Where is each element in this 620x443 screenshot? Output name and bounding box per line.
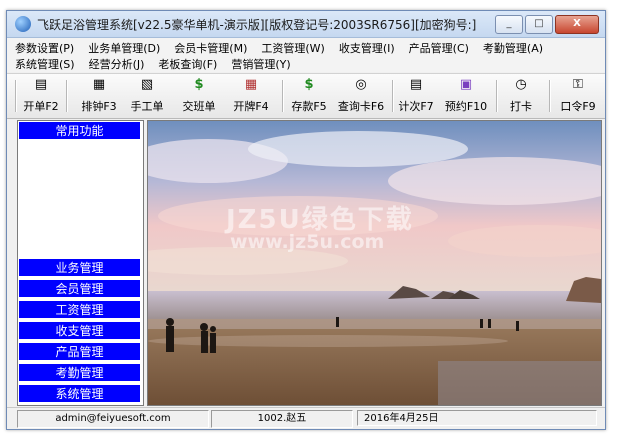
beach-scene-image xyxy=(148,121,601,405)
reservation-label: 预约F10 xyxy=(444,100,488,113)
menu-row-1: 参数设置(P) 业务单管理(D) 会员卡管理(M) 工资管理(W) 收支管理(I… xyxy=(15,40,557,56)
sidebar-header-common[interactable]: 常用功能 xyxy=(18,121,141,140)
open-card-button[interactable]: ▦ 开牌F4 xyxy=(229,77,273,115)
sidebar-item-members[interactable]: 会员管理 xyxy=(18,279,141,298)
status-user: 1002.赵五 xyxy=(211,410,353,428)
reservation-button[interactable]: ▣ 预约F10 xyxy=(442,77,490,115)
app-window: 飞跃足浴管理系统[v22.5豪华单机-演示版][版权登记号:2003SR6756… xyxy=(6,10,606,430)
window-controls: _ □ X xyxy=(495,15,599,34)
query-card-button[interactable]: ◎ 查询卡F6 xyxy=(334,77,388,115)
counter-icon: ▤ xyxy=(409,77,423,92)
count-times-label: 计次F7 xyxy=(398,100,434,113)
deposit-button[interactable]: $ 存款F5 xyxy=(288,77,330,115)
menu-row-2: 系统管理(S) 经营分析(J) 老板查询(F) 营销管理(Y) xyxy=(15,56,305,72)
form-icon: ▧ xyxy=(140,77,154,92)
clock-icon: ◷ xyxy=(515,77,527,92)
toolbar: ▤ 开单F2 ▦ 排钟F3 ▧ 手工单 $ 交班单 ▦ 开牌F4 $ 存款F5 … xyxy=(7,73,605,119)
money-bag-icon: $ xyxy=(194,77,204,92)
menu-products[interactable]: 产品管理(C) xyxy=(409,40,469,56)
sidebar-item-business[interactable]: 业务管理 xyxy=(18,258,141,277)
toolbar-separator xyxy=(66,80,68,112)
menu-bar: 参数设置(P) 业务单管理(D) 会员卡管理(M) 工资管理(W) 收支管理(I… xyxy=(7,38,605,72)
menu-system[interactable]: 系统管理(S) xyxy=(15,56,75,72)
manual-order-label: 手工单 xyxy=(130,100,164,113)
menu-business-orders[interactable]: 业务单管理(D) xyxy=(88,40,160,56)
toolbar-separator xyxy=(15,80,17,112)
sidebar-item-products[interactable]: 产品管理 xyxy=(18,342,141,361)
menu-attendance[interactable]: 考勤管理(A) xyxy=(483,40,543,56)
toolbar-separator xyxy=(392,80,394,112)
status-bar: admin@feiyuesoft.com 1002.赵五 2016年4月25日 xyxy=(7,407,605,429)
sidebar-item-income-expense[interactable]: 收支管理 xyxy=(18,321,141,340)
watermark-url: www.jz5u.com xyxy=(230,231,385,253)
open-order-button[interactable]: ▤ 开单F2 xyxy=(21,77,61,115)
minimize-button[interactable]: _ xyxy=(495,15,523,34)
shift-handover-button[interactable]: $ 交班单 xyxy=(177,77,221,115)
sidebar-item-wages[interactable]: 工资管理 xyxy=(18,300,141,319)
menu-member-cards[interactable]: 会员卡管理(M) xyxy=(174,40,247,56)
open-order-label: 开单F2 xyxy=(23,100,59,113)
grid-icon: ▦ xyxy=(244,77,258,92)
open-card-label: 开牌F4 xyxy=(233,100,269,113)
close-button[interactable]: X xyxy=(555,15,599,34)
binoculars-icon: ◎ xyxy=(355,77,367,92)
password-button[interactable]: ⚿ 口令F9 xyxy=(556,77,600,115)
deposit-label: 存款F5 xyxy=(291,100,327,113)
status-date: 2016年4月25日 xyxy=(357,410,597,426)
schedule-clock-label: 排钟F3 xyxy=(81,100,117,113)
manual-order-button[interactable]: ▧ 手工单 xyxy=(127,77,167,115)
schedule-clock-button[interactable]: ▦ 排钟F3 xyxy=(77,77,121,115)
toolbar-separator xyxy=(496,80,498,112)
punch-clock-button[interactable]: ◷ 打卡 xyxy=(501,77,541,115)
menu-income-expense[interactable]: 收支管理(I) xyxy=(339,40,395,56)
background-photo: JZ5U绿色下载 www.jz5u.com xyxy=(147,120,602,406)
query-card-label: 查询卡F6 xyxy=(337,100,385,113)
punch-clock-label: 打卡 xyxy=(510,100,532,113)
window-title: 飞跃足浴管理系统[v22.5豪华单机-演示版][版权登记号:2003SR6756… xyxy=(37,18,477,32)
document-icon: ▤ xyxy=(34,77,48,92)
menu-marketing[interactable]: 营销管理(Y) xyxy=(231,56,290,72)
title-bar[interactable]: 飞跃足浴管理系统[v22.5豪华单机-演示版][版权登记号:2003SR6756… xyxy=(7,11,605,38)
shift-handover-label: 交班单 xyxy=(182,100,216,113)
maximize-button[interactable]: □ xyxy=(525,15,553,34)
status-email: admin@feiyuesoft.com xyxy=(17,410,209,428)
money-bag-icon: $ xyxy=(304,77,314,92)
menu-analysis[interactable]: 经营分析(J) xyxy=(89,56,145,72)
menu-wages[interactable]: 工资管理(W) xyxy=(261,40,324,56)
sidebar: 常用功能 业务管理 会员管理 工资管理 收支管理 产品管理 考勤管理 系统管理 xyxy=(17,120,144,406)
menu-params[interactable]: 参数设置(P) xyxy=(15,40,74,56)
app-logo-icon xyxy=(15,16,31,32)
key-icon: ⚿ xyxy=(573,77,583,92)
sidebar-item-system[interactable]: 系统管理 xyxy=(18,384,141,403)
calendar-icon: ▣ xyxy=(459,77,473,92)
menu-boss-query[interactable]: 老板查询(F) xyxy=(158,56,217,72)
count-times-button[interactable]: ▤ 计次F7 xyxy=(396,77,436,115)
toolbar-separator xyxy=(282,80,284,112)
list-icon: ▦ xyxy=(92,77,106,92)
toolbar-separator xyxy=(549,80,551,112)
sidebar-item-attendance[interactable]: 考勤管理 xyxy=(18,363,141,382)
password-label: 口令F9 xyxy=(560,100,596,113)
